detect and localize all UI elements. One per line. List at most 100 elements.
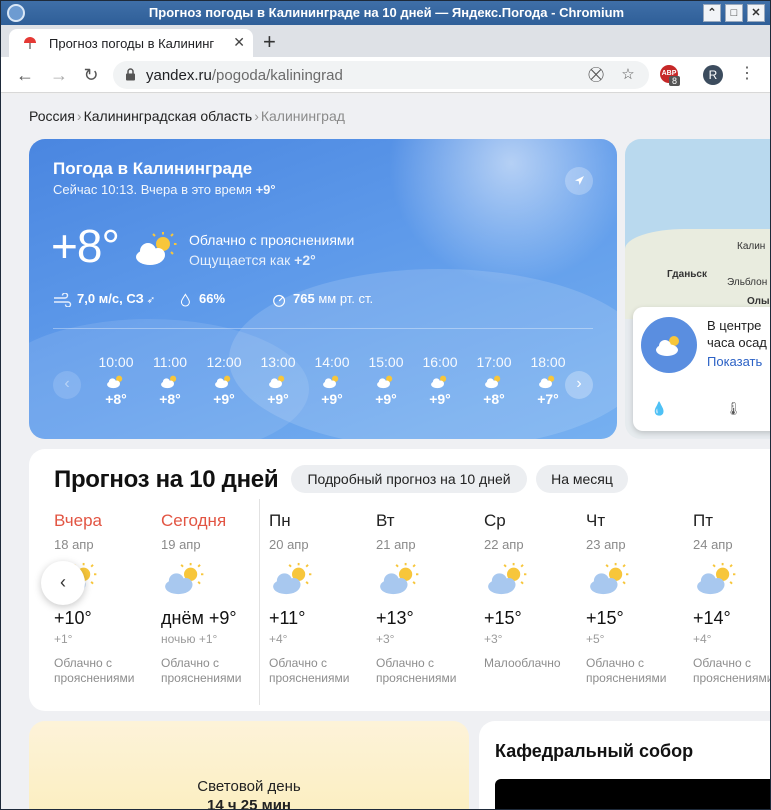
hour-temp: +9° — [429, 391, 451, 407]
hour-temp: +8° — [483, 391, 505, 407]
current-weather-card: Погода в Калининграде Сейчас 10:13. Вчер… — [29, 139, 617, 439]
forecast-day[interactable]: Ср 22 апр +15° +3° Малооблачно — [484, 511, 588, 671]
tab-weather[interactable]: Прогноз погоды в Калининг ✕ — [9, 29, 253, 57]
day-condition: Облачно с прояснениями — [54, 656, 135, 685]
maximize-button[interactable]: □ — [725, 4, 743, 22]
hourly-item: 17:00 +8° — [467, 354, 521, 407]
browser-toolbar: ← → ↻ yandex.ru/pogoda/kaliningrad ⛒ ☆ A… — [1, 57, 770, 93]
tab-close-icon[interactable]: ✕ — [233, 34, 245, 51]
night-temp: +4° — [269, 632, 288, 646]
day-name: Пн — [269, 511, 291, 530]
thermometer-icon[interactable]: 🌡 — [725, 401, 743, 421]
day-name: Чт — [586, 511, 606, 530]
daylight-card: Световой день 14 ч 25 мин — [29, 721, 469, 810]
map-label: Калин — [737, 241, 766, 252]
page-content: Россия › Калининградская область › Калинингр… — [1, 94, 771, 810]
browser-menu-icon[interactable]: ⋮ — [739, 63, 755, 83]
detail-forecast-button[interactable]: Подробный прогноз на 10 дней — [291, 465, 527, 493]
forecast-day[interactable]: Чт 23 апр +15° +5° Облачно с прояснениями — [586, 511, 690, 686]
umbrella-favicon-icon — [24, 37, 36, 49]
hourly-next-button[interactable]: › — [565, 371, 593, 399]
back-button[interactable]: ← — [13, 63, 37, 87]
address-bar[interactable]: yandex.ru/pogoda/kaliningrad ⛒ ☆ — [113, 61, 649, 89]
forecast-day[interactable]: Пн 20 апр +11° +4° Облачно с прояснениями — [269, 511, 373, 686]
night-temp: +1° — [54, 632, 73, 646]
night-temp: +3° — [376, 632, 395, 646]
hourly-item: 18:00 +7° — [521, 354, 569, 407]
landmark-card[interactable]: Кафедральный собор — [479, 721, 770, 809]
hourly-item: 10:00 +8° — [89, 354, 143, 407]
partly-cloudy-icon — [161, 562, 207, 596]
day-condition: Облачно с прояснениями — [693, 656, 771, 685]
night-temp: +4° — [693, 632, 712, 646]
daylight-label: Световой день — [197, 778, 301, 795]
precipitation-icon[interactable]: 💧 — [651, 401, 669, 421]
partly-cloudy-icon — [641, 317, 697, 373]
ten-day-forecast: Прогноз на 10 дней Подробный прогноз на … — [29, 449, 771, 711]
day-condition: Облачно с прояснениями — [376, 656, 457, 685]
day-name: Ср — [484, 511, 506, 530]
landmark-image[interactable] — [495, 779, 770, 809]
map-label: Гданьск — [667, 269, 707, 280]
hour-time: 10:00 — [98, 354, 134, 370]
day-date: 18 апр — [54, 537, 94, 552]
partly-cloudy-icon — [320, 373, 344, 389]
day-condition: Малооблачно — [484, 656, 561, 670]
partly-cloudy-icon — [693, 562, 739, 596]
hour-temp: +8° — [159, 391, 181, 407]
day-temp: +10° — [54, 608, 92, 628]
forward-button[interactable]: → — [47, 63, 71, 87]
day-condition: Облачно с прояснениями — [269, 656, 350, 685]
day-temp: +15° — [586, 608, 624, 628]
night-temp: ночью +1° — [161, 632, 218, 646]
hourly-prev-button[interactable]: ‹ — [53, 371, 81, 399]
drop-icon — [180, 292, 190, 307]
current-subtitle: Сейчас 10:13. Вчера в это время +9° — [53, 182, 276, 197]
forecast-day[interactable]: Сегодня 19 апр днём +9° ночью +1° Облачно сп… — [161, 511, 265, 686]
hour-time: 11:00 — [153, 354, 187, 370]
breadcrumb-separator: › — [76, 108, 82, 124]
hourly-item: 16:00 +9° — [413, 354, 467, 407]
hour-time: 13:00 — [260, 354, 296, 370]
partly-cloudy-icon — [158, 373, 182, 389]
reload-button[interactable]: ↻ — [79, 63, 103, 87]
breadcrumb: Россия › Калининградская область › Калинингр… — [29, 108, 345, 124]
partly-cloudy-icon — [269, 562, 315, 596]
forecast-prev-button[interactable]: ‹ — [41, 561, 85, 605]
popup-text: В центре часа осад — [707, 318, 767, 350]
day-date: 22 апр — [484, 537, 524, 552]
partly-cloudy-icon — [104, 373, 128, 389]
partly-cloudy-icon — [482, 373, 506, 389]
blocked-popup-icon[interactable]: ⛒ — [587, 66, 605, 84]
forecast-day[interactable]: Вт 21 апр +13° +3° Облачно с прояснениями — [376, 511, 480, 686]
weather-map[interactable]: Калин Гданьск Эльблон Олы В центре часа о… — [625, 139, 770, 439]
wind-metric: 7,0 м/с, СЗ ➶ — [53, 291, 155, 307]
pressure-metric: 765 мм рт. ст. — [271, 291, 373, 307]
breadcrumb-country[interactable]: Россия — [29, 108, 75, 124]
breadcrumb-separator: › — [254, 108, 259, 124]
forecast-day[interactable]: Пт 24 апр +14° +4° Облачно с прояснениями — [693, 511, 771, 686]
daylight-value: 14 ч 25 мин — [207, 797, 291, 810]
current-condition: Облачно с прояснениями — [189, 232, 355, 248]
landmark-title: Кафедральный собор — [495, 741, 694, 761]
current-title[interactable]: Погода в Калининграде — [53, 159, 252, 179]
breadcrumb-city: Калининград — [260, 108, 345, 124]
hour-time: 18:00 — [530, 354, 566, 370]
minimize-button[interactable]: ⌃ — [703, 4, 721, 22]
close-window-button[interactable]: ✕ — [747, 4, 765, 22]
locate-arrow-icon[interactable] — [565, 167, 593, 195]
partly-cloudy-icon — [428, 373, 452, 389]
new-tab-button[interactable]: + — [263, 29, 276, 55]
hour-time: 16:00 — [422, 354, 458, 370]
breadcrumb-region[interactable]: Калининградская область — [84, 108, 253, 124]
hour-temp: +8° — [105, 391, 127, 407]
wind-icon — [54, 292, 72, 307]
day-date: 24 апр — [693, 537, 733, 552]
bookmark-star-icon[interactable]: ☆ — [619, 66, 637, 84]
humidity-metric: 66% — [179, 291, 225, 307]
day-name: Вт — [376, 511, 395, 530]
month-forecast-button[interactable]: На месяц — [536, 465, 628, 493]
popup-show-link[interactable]: Показать — [707, 354, 762, 369]
partly-cloudy-icon — [212, 373, 236, 389]
profile-avatar[interactable]: R — [703, 65, 723, 85]
